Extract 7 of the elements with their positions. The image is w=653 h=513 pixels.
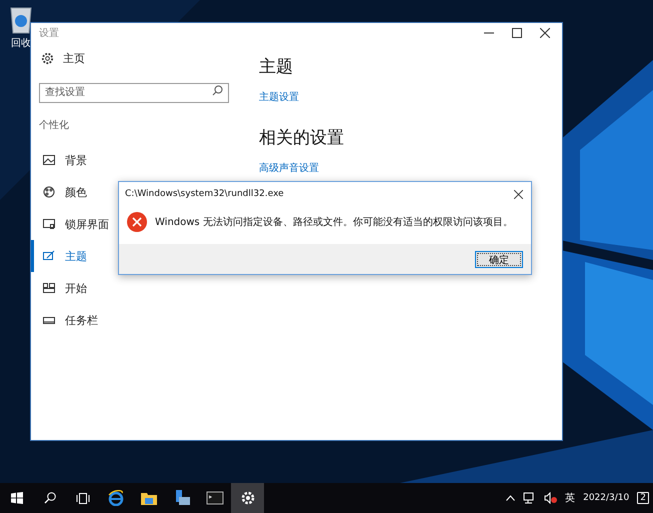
error-message: Windows 无法访问指定设备、路径或文件。你可能没有适当的权限访问该项目。: [155, 216, 513, 229]
page-heading: 主题: [259, 56, 293, 78]
window-title: 设置: [39, 26, 59, 40]
section-label: 个性化: [39, 118, 69, 132]
section-heading: 相关的设置: [259, 127, 344, 149]
icon-label: 回收: [11, 37, 31, 50]
dialog-title: C:\Windows\system32\rundll32.exe: [125, 189, 284, 199]
